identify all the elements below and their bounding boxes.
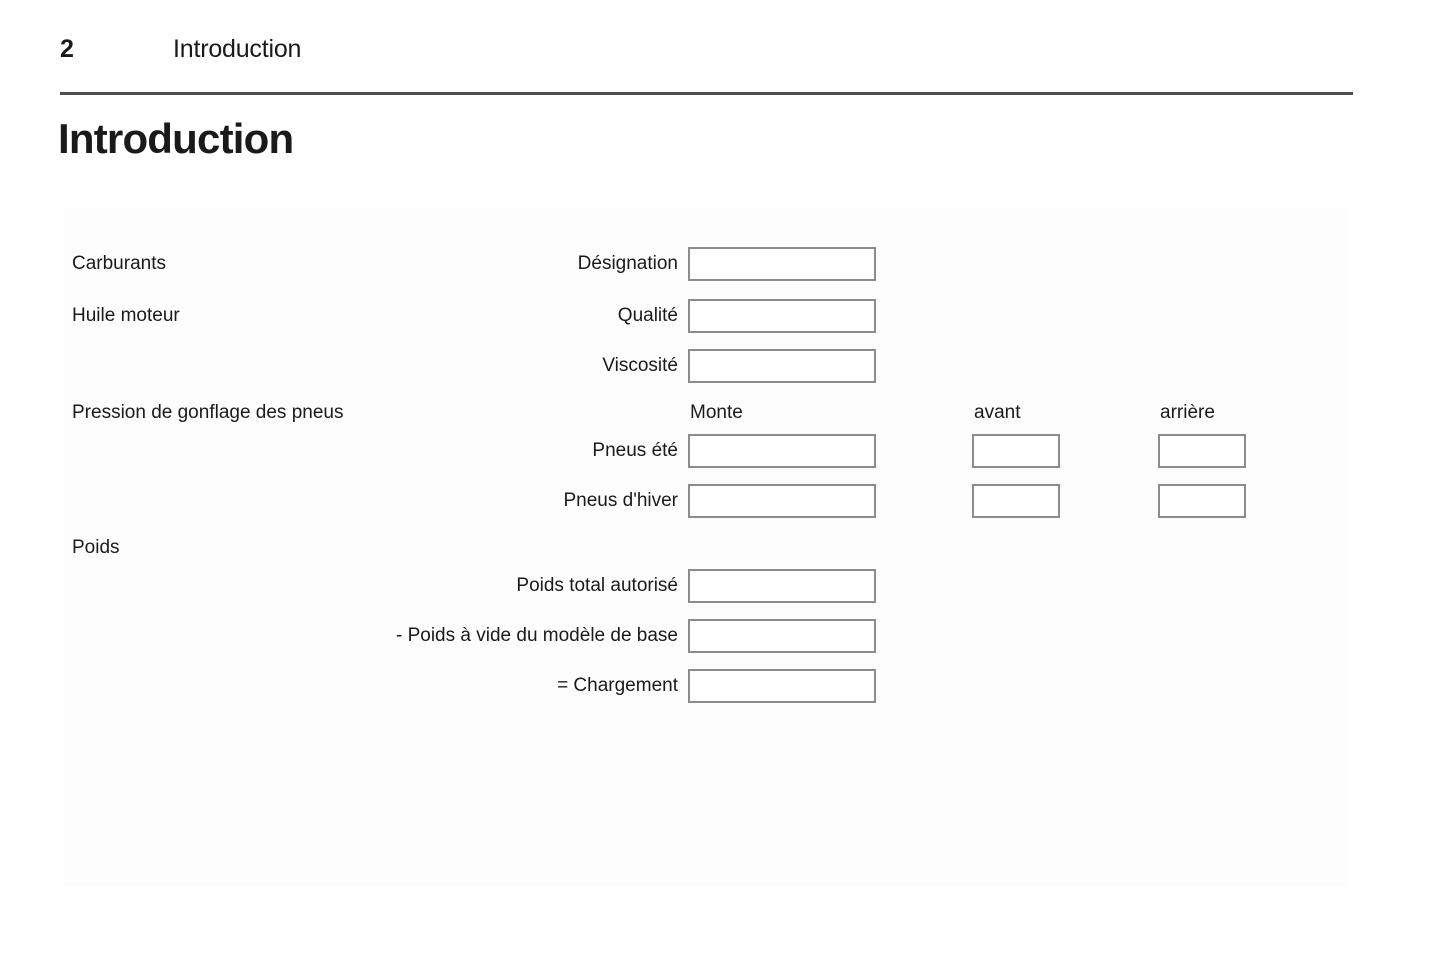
header-section-title: Introduction: [173, 35, 302, 63]
row-winter-tyres: Pneus d'hiver: [64, 484, 1348, 518]
vehicle-data-panel: Carburants Désignation Huile moteur Qual…: [64, 207, 1348, 886]
page-title: Introduction: [58, 115, 294, 162]
row-summer-tyres: Pneus été: [64, 434, 1348, 468]
group-label-weights: Poids: [72, 537, 120, 558]
input-payload[interactable]: [688, 669, 876, 703]
row-tyre-pressure-header: Pression de gonflage des pneus Monte ava…: [64, 396, 1348, 430]
field-label-viscosity: Viscosité: [602, 355, 678, 376]
header-divider: [60, 92, 1353, 95]
input-summer-tyres-rear[interactable]: [1158, 434, 1246, 468]
input-summer-tyres-front[interactable]: [972, 434, 1060, 468]
input-gross-weight[interactable]: [688, 569, 876, 603]
row-payload: = Chargement: [64, 669, 1348, 703]
page-number: 2: [60, 35, 74, 63]
row-gross-weight: Poids total autorisé: [64, 569, 1348, 603]
row-engine-oil-viscosity: Viscosité: [64, 349, 1348, 383]
field-label-summer-tyres: Pneus été: [592, 440, 678, 461]
field-label-winter-tyres: Pneus d'hiver: [563, 490, 678, 511]
row-fuels: Carburants Désignation: [64, 247, 1348, 281]
page-header: 2 Introduction: [60, 28, 1353, 70]
column-header-rear: arrière: [1160, 402, 1215, 423]
group-label-tyre-pressure: Pression de gonflage des pneus: [72, 402, 344, 423]
input-winter-tyres-monte[interactable]: [688, 484, 876, 518]
input-viscosity[interactable]: [688, 349, 876, 383]
row-engine-oil-quality: Huile moteur Qualité: [64, 299, 1348, 333]
input-quality[interactable]: [688, 299, 876, 333]
input-summer-tyres-monte[interactable]: [688, 434, 876, 468]
input-winter-tyres-front[interactable]: [972, 484, 1060, 518]
field-label-payload: = Chargement: [557, 675, 678, 696]
column-header-front: avant: [974, 402, 1021, 423]
field-label-kerb-weight: - Poids à vide du modèle de base: [395, 625, 678, 646]
column-header-monte: Monte: [690, 402, 743, 423]
field-label-gross-weight: Poids total autorisé: [516, 575, 678, 596]
input-winter-tyres-rear[interactable]: [1158, 484, 1246, 518]
row-weights-header: Poids: [64, 531, 1348, 565]
field-label-designation: Désignation: [577, 253, 678, 274]
input-kerb-weight[interactable]: [688, 619, 876, 653]
row-kerb-weight: - Poids à vide du modèle de base: [64, 619, 1348, 653]
input-designation[interactable]: [688, 247, 876, 281]
field-label-quality: Qualité: [617, 305, 678, 326]
